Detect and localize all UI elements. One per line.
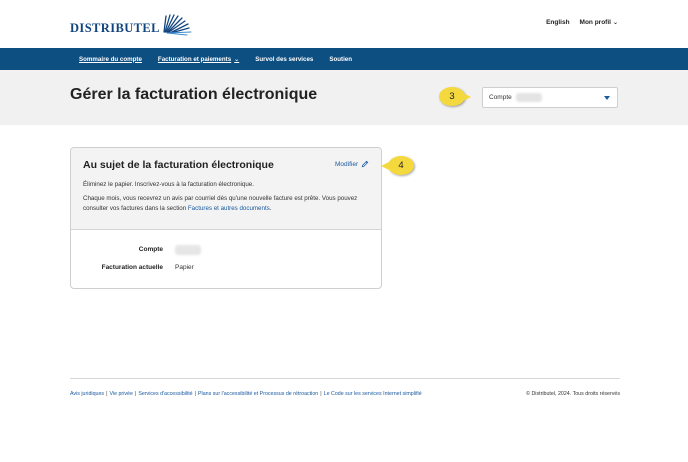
footer-links: Avis juridiques | Vie privée | Services d'ac… (70, 391, 422, 397)
callout-number: 4 (398, 160, 404, 171)
main-nav: Sommaire du compte Facturation et paieme… (0, 48, 688, 70)
footer-link-legal[interactable]: Avis juridiques (70, 391, 104, 397)
profile-label: Mon profil (579, 19, 611, 26)
footer-link-privacy[interactable]: Vie privée (109, 391, 132, 397)
billing-row-value: Papier (175, 264, 194, 271)
pencil-icon (361, 160, 369, 168)
profile-menu[interactable]: Mon profil ⌄ (580, 19, 618, 26)
footer-link-accessibility-plans[interactable]: Plans sur l'accessibilité et Processus d… (198, 391, 318, 397)
logo-text: DISTRIBUTEL (70, 20, 160, 35)
redacted-account-number (516, 93, 542, 102)
footer-link-internet-code[interactable]: Le Code sur les services Internet simpli… (324, 391, 422, 397)
card-intro-text: Éliminez le papier. Inscrivez-vous à la … (83, 181, 254, 188)
logo-starburst-icon (163, 14, 192, 36)
account-dropdown-label: Compte (489, 94, 512, 101)
ebilling-card: Au sujet de la facturation électronique … (70, 147, 382, 289)
chevron-down-icon: ⌄ (234, 56, 240, 63)
copyright-text: © Distributel, 2024. Tous droits réservé… (526, 391, 620, 397)
nav-item-billing-label: Facturation et paiements (157, 55, 232, 63)
card-description: Chaque mois, vous recevrez un avis par c… (83, 194, 375, 213)
description-end: . (269, 204, 272, 212)
nav-item-services[interactable]: Survol des services (255, 56, 313, 63)
edit-link[interactable]: Modifier (335, 160, 369, 168)
account-dropdown[interactable]: Compte (482, 87, 618, 108)
callout-marker-4: 4 (381, 156, 420, 175)
account-row-label: Compte (138, 246, 163, 253)
callout-marker-3: 3 (439, 87, 471, 106)
edit-label: Modifier (335, 160, 359, 168)
nav-item-support[interactable]: Soutien (329, 56, 352, 63)
nav-item-account-summary[interactable]: Sommaire du compte (79, 56, 142, 63)
footer-divider (70, 378, 620, 379)
billing-row-label: Facturation actuelle (101, 264, 163, 271)
card-title: Au sujet de la facturation électronique (83, 159, 274, 171)
redacted-account-value (175, 245, 201, 255)
caret-down-icon (604, 96, 610, 100)
top-header: DISTRIBUTEL English Mon profil ⌄ (0, 0, 688, 48)
top-links: English Mon profil ⌄ (546, 19, 618, 26)
chevron-down-icon: ⌄ (612, 20, 618, 26)
language-link[interactable]: English (546, 19, 569, 26)
nav-item-billing[interactable]: Facturation et paiements ⌄ (158, 56, 239, 63)
footer-link-accessibility[interactable]: Services d'accessibilité (138, 391, 192, 397)
ebilling-card-header: Au sujet de la facturation électronique … (71, 148, 381, 230)
distributel-logo[interactable]: DISTRIBUTEL (70, 10, 192, 36)
callout-number: 3 (449, 91, 455, 102)
invoices-link[interactable]: Factures et autres documents (188, 205, 270, 212)
page-title: Gérer la facturation électronique (70, 86, 318, 103)
